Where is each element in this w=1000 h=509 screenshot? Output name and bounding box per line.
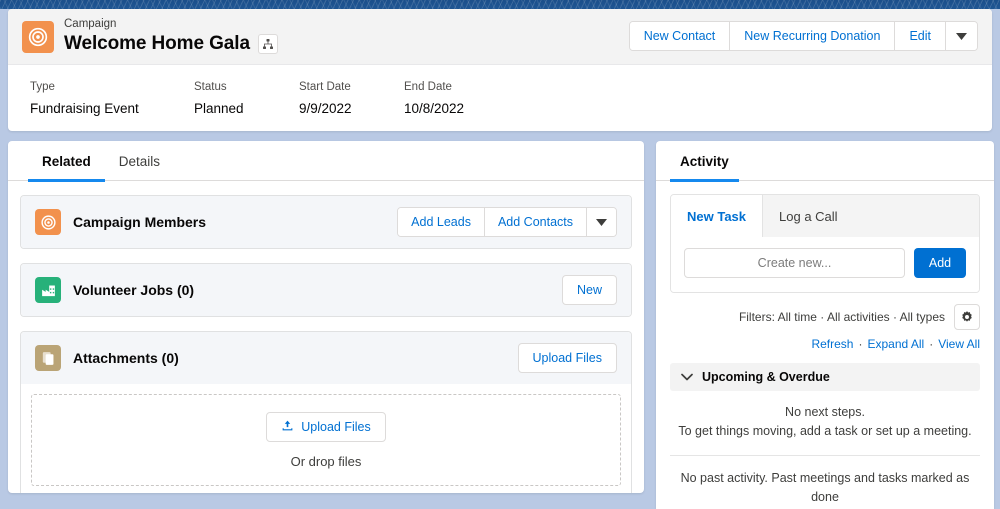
add-contacts-button[interactable]: Add Contacts [484, 208, 587, 236]
no-next-steps-title: No next steps. [785, 405, 865, 419]
no-next-steps-block: No next steps. To get things moving, add… [656, 391, 994, 455]
field-status-label: Status [194, 81, 227, 93]
activity-filters-row: Filters: All time · All activities · All… [656, 293, 994, 330]
refresh-link[interactable]: Refresh [811, 337, 853, 351]
dropzone-hint: Or drop files [290, 453, 362, 469]
related-list-campaign-members: Campaign Members Add Leads Add Contacts [20, 195, 632, 249]
record-header-text: Campaign Welcome Home Gala [64, 17, 278, 55]
edit-button[interactable]: Edit [895, 22, 946, 50]
tab-details[interactable]: Details [105, 141, 174, 181]
field-type: Type Fundraising Event [30, 79, 194, 119]
related-list-attachments: Attachments (0) Upload Files Upload File… [20, 331, 632, 493]
campaign-target-icon [22, 21, 54, 53]
tab-related[interactable]: Related [28, 141, 105, 182]
new-volunteer-job-button[interactable]: New [561, 275, 617, 305]
record-type-label: Campaign [64, 18, 117, 30]
upcoming-overdue-label: Upcoming & Overdue [702, 370, 830, 384]
page-title: Welcome Home Gala [64, 33, 250, 54]
related-list-header: Campaign Members Add Leads Add Contacts [21, 196, 631, 248]
record-action-buttons: New Contact New Recurring Donation Edit [628, 21, 978, 51]
no-past-activity-block: No past activity. Past meetings and task… [656, 456, 994, 509]
upload-files-header-button[interactable]: Upload Files [517, 343, 617, 373]
file-dropzone[interactable]: Upload Files Or drop files [31, 394, 621, 486]
field-start-date-value: 9/9/2022 [299, 101, 352, 116]
tab-log-a-call[interactable]: Log a Call [763, 195, 854, 237]
record-header-card: Campaign Welcome Home Gala New Contact N… [8, 9, 992, 131]
upcoming-overdue-section-header[interactable]: Upcoming & Overdue [670, 363, 980, 391]
view-all-link[interactable]: View All [938, 337, 980, 351]
related-list-title: Volunteer Jobs (0) [73, 282, 195, 298]
field-type-label: Type [30, 81, 55, 93]
new-contact-button[interactable]: New Contact [629, 22, 731, 50]
activity-links-row: Refresh · Expand All · View All [656, 330, 994, 351]
related-list-header: Volunteer Jobs (0) New [21, 264, 631, 316]
activity-tabbar: Activity [656, 141, 994, 182]
upload-files-button-label: Upload Files [301, 419, 371, 434]
chevron-down-icon[interactable] [587, 208, 616, 236]
field-status-value: Planned [194, 101, 244, 116]
field-end-date-value: 10/8/2022 [404, 101, 465, 116]
activity-panel: Activity New Task Log a Call Create new.… [656, 141, 994, 509]
related-panel: Related Details Campaign Members Add Lea… [8, 141, 644, 493]
record-title-row: Welcome Home Gala [64, 33, 278, 55]
no-past-activity-line-1: No past activity. Past meetings and task… [680, 471, 970, 504]
tab-new-task[interactable]: New Task [671, 195, 764, 237]
field-end-date: End Date 10/8/2022 [404, 79, 509, 119]
related-list-volunteer-jobs: Volunteer Jobs (0) New [20, 263, 632, 317]
link-separator: · [858, 337, 863, 351]
upload-files-button[interactable]: Upload Files [266, 411, 386, 442]
expand-all-link[interactable]: Expand All [867, 337, 924, 351]
link-separator: · [929, 337, 934, 351]
record-highlight-fields: Type Fundraising Event Status Planned St… [8, 65, 992, 119]
top-decorative-band [0, 0, 1000, 9]
field-status: Status Planned [194, 79, 299, 119]
hierarchy-icon[interactable] [257, 34, 278, 54]
new-task-composer: New Task Log a Call Create new... Add [670, 194, 980, 293]
app-root: Campaign Welcome Home Gala New Contact N… [0, 0, 1000, 509]
chevron-down-icon [681, 368, 693, 386]
activity-filters-text: Filters: All time · All activities · All… [738, 310, 945, 324]
attachments-file-icon [35, 345, 61, 371]
create-new-input[interactable]: Create new... [684, 248, 905, 278]
new-recurring-donation-button[interactable]: New Recurring Donation [730, 22, 896, 50]
add-leads-button[interactable]: Add Leads [398, 208, 485, 236]
field-end-date-label: End Date [404, 81, 452, 93]
upload-icon [281, 419, 294, 435]
field-start-date: Start Date 9/9/2022 [299, 79, 404, 119]
chevron-down-icon[interactable] [946, 22, 977, 50]
field-type-value: Fundraising Event [30, 101, 139, 116]
add-task-button[interactable]: Add [914, 248, 966, 278]
related-list-title: Campaign Members [73, 214, 207, 230]
campaign-target-icon [35, 209, 61, 235]
composer-tabs: New Task Log a Call [671, 195, 979, 237]
field-start-date-label: Start Date [299, 81, 351, 93]
related-tabbar: Related Details [8, 141, 644, 182]
record-header-top: Campaign Welcome Home Gala New Contact N… [8, 9, 992, 65]
composer-body: Create new... Add [671, 237, 979, 292]
volunteer-jobs-icon [35, 277, 61, 303]
related-list-title: Attachments (0) [73, 350, 179, 366]
no-next-steps-subtitle: To get things moving, add a task or set … [678, 424, 972, 438]
related-list-header: Attachments (0) Upload Files [21, 332, 631, 384]
tab-activity[interactable]: Activity [670, 141, 739, 182]
campaign-members-actions: Add Leads Add Contacts [397, 207, 617, 237]
gear-icon[interactable] [954, 304, 980, 330]
